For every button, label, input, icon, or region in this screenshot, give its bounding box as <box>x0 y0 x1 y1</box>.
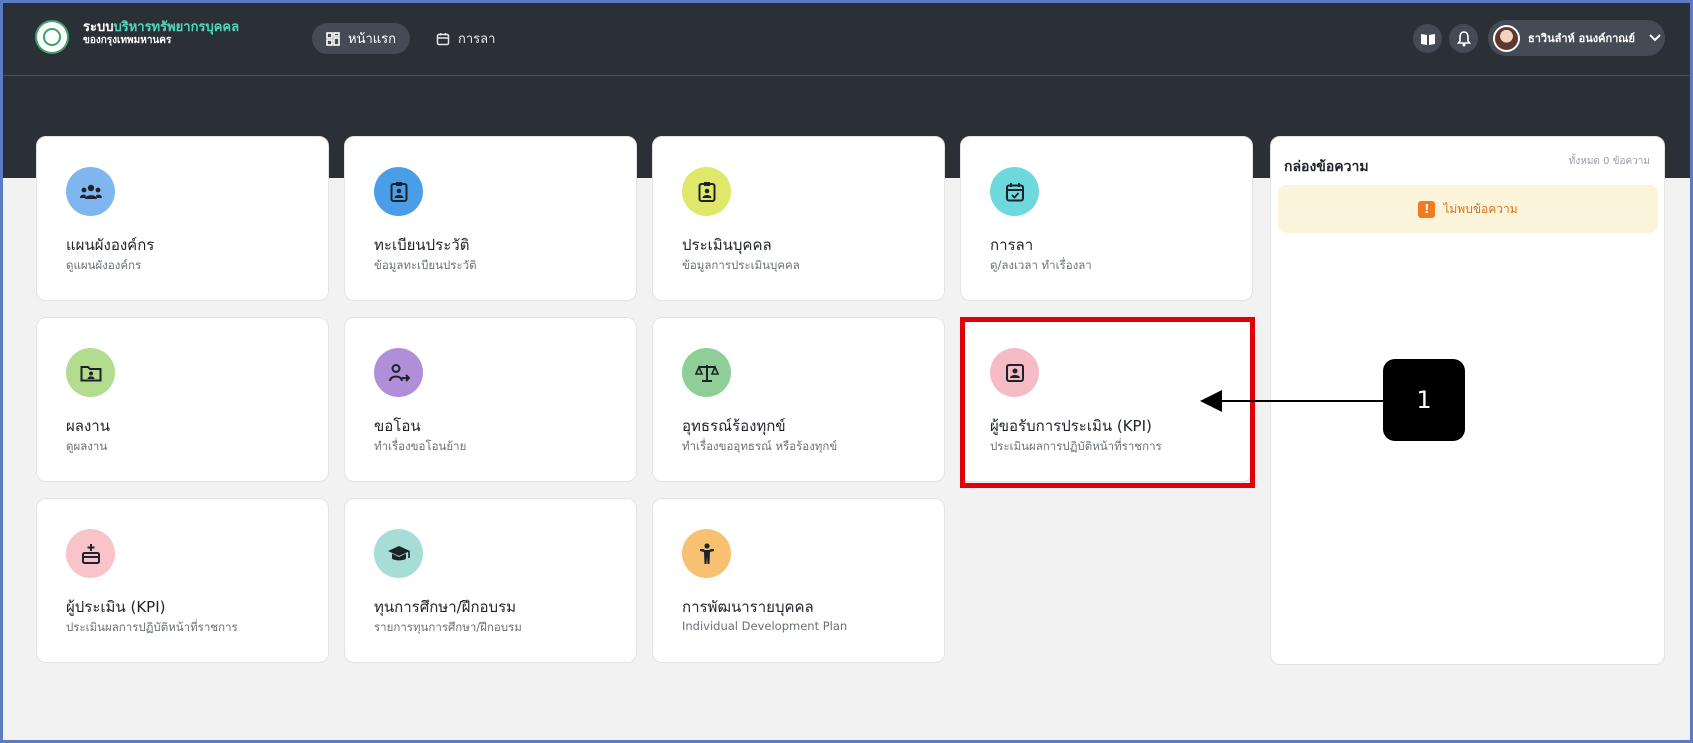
annotation-arrow-line <box>1221 400 1384 402</box>
card-title: ผู้ประเมิน (KPI) <box>66 598 166 616</box>
book-icon <box>1420 33 1435 45</box>
person-icon <box>682 529 731 578</box>
inbox-title: กล่องข้อความ <box>1284 159 1369 175</box>
card-title: ประเมินบุคคล <box>682 236 772 254</box>
app-window: ระบบบริหารทรัพยากรบุคคล ของกรุงเทพมหานคร… <box>0 0 1693 743</box>
card-title: ทุนการศึกษา/ฝึกอบรม <box>374 598 517 616</box>
inbox-count: ทั้งหมด 0 ข้อความ <box>1568 156 1650 167</box>
card-personnel-record[interactable]: ทะเบียนประวัติ ข้อมูลทะเบียนประวัติ <box>344 136 637 301</box>
graduation-cap-icon <box>374 529 423 578</box>
card-subtitle: ดูแผนผังองค์กร <box>66 258 142 272</box>
card-appeal[interactable]: อุทธรณ์ร้องทุกข์ ทำเรื่องขออุทธรณ์ หรือร… <box>652 317 945 482</box>
card-subtitle: ข้อมูลทะเบียนประวัติ <box>374 258 477 272</box>
id-badge-icon <box>682 167 731 216</box>
card-title: ผลงาน <box>66 417 110 435</box>
card-performance[interactable]: ผลงาน ดูผลงาน <box>36 317 329 482</box>
card-scholarship[interactable]: ทุนการศึกษา/ฝึกอบรม รายการทุนการศึกษา/ฝึ… <box>344 498 637 663</box>
nav-home-button[interactable]: หน้าแรก <box>312 23 410 54</box>
card-leave[interactable]: การลา ดู/ลงเวลา ทำเรื่องลา <box>960 136 1253 301</box>
card-title: การพัฒนารายบุคคล <box>682 598 814 616</box>
inbox-empty-alert: ! ไม่พบข้อความ <box>1278 185 1658 233</box>
card-title: แผนผังองค์กร <box>66 236 155 254</box>
card-kpi-evaluator[interactable]: ผู้ประเมิน (KPI) ประเมินผลการปฏิบัติหน้า… <box>36 498 329 663</box>
card-title: ขอโอน <box>374 417 421 435</box>
id-badge-icon <box>374 167 423 216</box>
calendar-icon <box>436 32 450 45</box>
bma-logo-icon[interactable] <box>35 20 69 54</box>
bell-icon <box>1456 30 1471 46</box>
nav-leave-label: การลา <box>458 32 496 47</box>
brand-prefix: ระบบ <box>83 20 114 35</box>
annotation-callout: 1 <box>1383 359 1465 441</box>
brand[interactable]: ระบบบริหารทรัพยากรบุคคล ของกรุงเทพมหานคร <box>83 20 240 47</box>
people-icon <box>66 167 115 216</box>
card-transfer[interactable]: ขอโอน ทำเรื่องขอโอนย้าย <box>344 317 637 482</box>
card-subtitle: ข้อมูลการประเมินบุคคล <box>682 258 800 272</box>
notification-button[interactable] <box>1449 24 1478 53</box>
user-menu[interactable]: ธาวินลำห์ อนงค์กาณย์ <box>1488 20 1665 56</box>
card-subtitle: ดู/ลงเวลา ทำเรื่องลา <box>990 258 1092 272</box>
user-transfer-icon <box>374 348 423 397</box>
card-subtitle: ดูผลงาน <box>66 439 108 453</box>
brand-subtitle: ของกรุงเทพมหานคร <box>83 35 172 47</box>
nav-home-label: หน้าแรก <box>348 32 396 47</box>
folder-user-icon <box>66 348 115 397</box>
header-divider <box>3 75 1690 76</box>
card-subtitle: รายการทุนการศึกษา/ฝึกอบรม <box>374 620 522 634</box>
chevron-down-icon <box>1649 34 1661 42</box>
card-subtitle: ทำเรื่องขออุทธรณ์ หรือร้องทุกข์ <box>682 439 838 453</box>
warning-icon: ! <box>1418 200 1436 218</box>
card-org-chart[interactable]: แผนผังองค์กร ดูแผนผังองค์กร <box>36 136 329 301</box>
card-title: อุทธรณ์ร้องทุกข์ <box>682 417 786 435</box>
card-subtitle: Individual Development Plan <box>682 619 848 633</box>
brand-accent: บริหารทรัพยากรบุคคล <box>113 20 240 35</box>
user-name: ธาวินลำห์ อนงค์กาณย์ <box>1528 32 1635 45</box>
manual-book-button[interactable] <box>1413 24 1442 53</box>
card-idp[interactable]: การพัฒนารายบุคคล Individual Development … <box>652 498 945 663</box>
avatar <box>1493 24 1520 52</box>
card-personnel-evaluation[interactable]: ประเมินบุคคล ข้อมูลการประเมินบุคคล <box>652 136 945 301</box>
calendar-icon <box>990 167 1039 216</box>
box-add-icon <box>66 529 115 578</box>
annotation-arrow-head-icon <box>1200 390 1222 412</box>
scale-icon <box>682 348 731 397</box>
card-subtitle: ทำเรื่องขอโอนย้าย <box>374 439 467 453</box>
nav-leave-button[interactable]: การลา <box>436 23 495 54</box>
card-subtitle: ประเมินผลการปฏิบัติหน้าที่ราชการ <box>66 620 238 634</box>
card-title: การลา <box>990 236 1034 254</box>
card-title: ทะเบียนประวัติ <box>374 236 470 254</box>
dashboard-icon <box>326 31 340 46</box>
inbox-empty-text: ไม่พบข้อความ <box>1443 201 1518 216</box>
